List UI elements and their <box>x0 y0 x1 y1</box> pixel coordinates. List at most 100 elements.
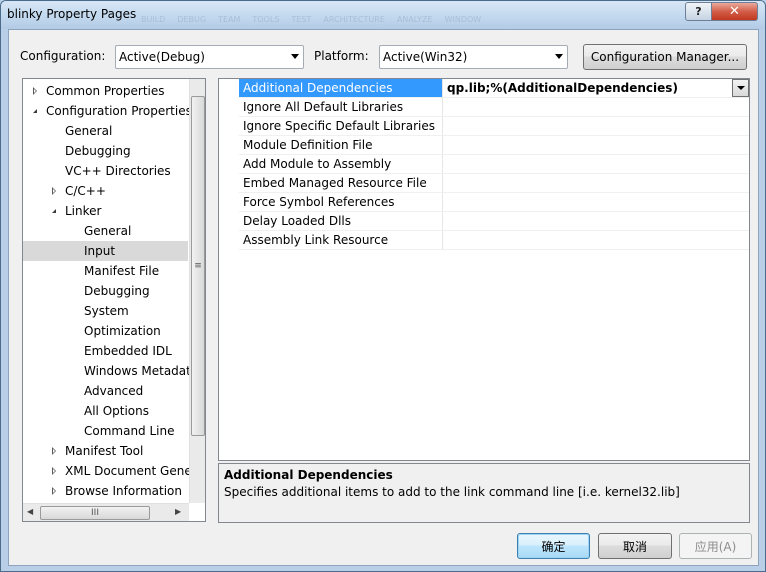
property-row[interactable]: Additional Dependencies qp.lib;%(Addition… <box>219 79 749 98</box>
property-row[interactable]: Force Symbol References <box>219 193 749 212</box>
tree-item-label: VC++ Directories <box>65 164 171 178</box>
chevron-down-icon <box>291 54 299 59</box>
platform-dropdown[interactable]: Active(Win32) <box>379 45 568 69</box>
property-row[interactable]: Module Definition File <box>219 136 749 155</box>
tree-item-label: Linker <box>65 204 102 218</box>
property-row[interactable]: Delay Loaded Dlls <box>219 212 749 231</box>
property-value[interactable]: qp.lib;%(AdditionalDependencies) <box>443 79 749 98</box>
cancel-button[interactable]: 取消 <box>598 533 672 559</box>
property-name[interactable]: Additional Dependencies <box>239 79 443 98</box>
property-grid[interactable]: Additional Dependencies qp.lib;%(Addition… <box>218 78 750 461</box>
expanded-arrow-icon[interactable] <box>33 109 37 113</box>
ok-button[interactable]: 确定 <box>517 533 590 559</box>
tree-item[interactable]: Windows Metadata <box>23 361 198 381</box>
property-value[interactable] <box>443 155 749 174</box>
collapsed-arrow-icon[interactable] <box>52 467 56 475</box>
tree-item[interactable]: Command Line <box>23 421 188 441</box>
tree-item-label: Optimization <box>84 324 161 338</box>
tree-item[interactable]: General <box>23 121 188 141</box>
tree-item[interactable]: Common Properties <box>23 81 188 101</box>
tree-item[interactable]: Configuration Properties <box>23 101 192 121</box>
tree-item[interactable]: VC++ Directories <box>23 161 188 181</box>
tree-item[interactable]: Debugging <box>23 281 188 301</box>
tree-item[interactable]: System <box>23 301 188 321</box>
tree-item-label: Manifest File <box>84 264 160 278</box>
dialog-client-area: Configuration: Active(Debug) Platform: A… <box>8 29 759 566</box>
apply-button[interactable]: 应用(A) <box>679 533 752 559</box>
property-row[interactable]: Embed Managed Resource File <box>219 174 749 193</box>
tree-item-label: Advanced <box>84 384 144 398</box>
ghost-menu-text: ANALYZE <box>396 15 433 24</box>
property-row[interactable]: Assembly Link Resource <box>219 231 749 250</box>
property-name[interactable]: Embed Managed Resource File <box>239 174 443 193</box>
title-bar[interactable]: BUILD DEBUG TEAM TOOLS TEST ARCHITECTURE ANALY… <box>1 1 765 29</box>
property-tree[interactable]: Common Properties Configuration Propertie… <box>22 78 206 522</box>
configuration-manager-button[interactable]: Configuration Manager... <box>583 44 747 70</box>
tree-item-label: C/C++ <box>65 184 106 198</box>
tree-item[interactable]: Embedded IDL <box>23 341 188 361</box>
tree-item[interactable]: Manifest File <box>23 261 188 281</box>
tree-item-label: Command Line <box>84 424 175 438</box>
property-name[interactable]: Module Definition File <box>239 136 443 155</box>
description-title: Additional Dependencies <box>224 468 393 482</box>
tree-item[interactable]: Optimization <box>23 321 188 341</box>
configuration-value: Active(Debug) <box>119 50 205 64</box>
property-name[interactable]: Add Module to Assembly <box>239 155 443 174</box>
tree-item-label: Common Properties <box>46 84 165 98</box>
collapsed-arrow-icon[interactable] <box>52 447 56 455</box>
tree-item[interactable]: Manifest Tool <box>23 441 188 461</box>
collapsed-arrow-icon[interactable] <box>33 87 37 95</box>
tree-item[interactable]: C/C++ <box>23 181 188 201</box>
property-value[interactable] <box>443 212 749 231</box>
help-button[interactable]: ? <box>685 2 712 21</box>
tree-item[interactable]: General <box>23 221 188 241</box>
tree-item-label: All Options <box>84 404 149 418</box>
tree-item-label: Windows Metadata <box>84 364 199 378</box>
description-panel: Additional Dependencies Specifies additi… <box>218 463 750 523</box>
value-dropdown-button[interactable] <box>732 79 749 97</box>
chevron-down-icon <box>555 54 563 59</box>
tree-item[interactable]: Input <box>23 241 188 261</box>
property-value[interactable] <box>443 136 749 155</box>
property-name[interactable]: Assembly Link Resource <box>239 231 443 250</box>
tree-item[interactable]: Browse Information <box>23 481 188 501</box>
property-value[interactable] <box>443 231 749 250</box>
property-name[interactable]: Ignore All Default Libraries <box>239 98 443 117</box>
tree-item-label: Browse Information <box>65 484 182 498</box>
expanded-arrow-icon[interactable] <box>52 209 56 213</box>
tree-vertical-scrollbar[interactable]: ≡ <box>189 79 205 503</box>
property-value[interactable] <box>443 98 749 117</box>
property-value[interactable] <box>443 117 749 136</box>
collapsed-arrow-icon[interactable] <box>52 487 56 495</box>
grip-icon: ≡ <box>194 261 202 271</box>
description-text: Specifies additional items to add to the… <box>224 485 680 499</box>
ghost-menu-text: WINDOW <box>444 15 482 24</box>
property-name[interactable]: Delay Loaded Dlls <box>239 212 443 231</box>
property-name[interactable]: Ignore Specific Default Libraries <box>239 117 443 136</box>
tree-item[interactable]: Advanced <box>23 381 188 401</box>
property-value[interactable] <box>443 193 749 212</box>
property-row[interactable]: Add Module to Assembly <box>219 155 749 174</box>
property-row[interactable]: Ignore All Default Libraries <box>219 98 749 117</box>
tree-item-label: XML Document Generator <box>65 464 206 478</box>
configuration-dropdown[interactable]: Active(Debug) <box>115 45 304 69</box>
scroll-left-icon[interactable]: ◀ <box>27 507 33 516</box>
scroll-thumb[interactable]: III <box>40 506 150 520</box>
configuration-label: Configuration: <box>20 49 106 63</box>
collapsed-arrow-icon[interactable] <box>52 187 56 195</box>
ghost-menu-text: TEST <box>291 15 312 24</box>
tree-item[interactable]: Debugging <box>23 141 188 161</box>
tree-item[interactable]: All Options <box>23 401 188 421</box>
grip-icon: III <box>91 508 99 518</box>
property-pages-window: BUILD DEBUG TEAM TOOLS TEST ARCHITECTURE ANALY… <box>0 0 766 572</box>
scroll-thumb[interactable]: ≡ <box>191 96 205 436</box>
close-button[interactable]: ✕ <box>711 2 758 21</box>
property-value[interactable] <box>443 174 749 193</box>
tree-horizontal-scrollbar[interactable]: ◀ III ▶ <box>23 503 189 521</box>
scroll-right-icon[interactable]: ▶ <box>175 507 181 516</box>
property-row[interactable]: Ignore Specific Default Libraries <box>219 117 749 136</box>
property-name[interactable]: Force Symbol References <box>239 193 443 212</box>
tree-item-label: Embedded IDL <box>84 344 172 358</box>
tree-item[interactable]: XML Document Generator <box>23 461 205 481</box>
tree-item[interactable]: Linker <box>23 201 188 221</box>
